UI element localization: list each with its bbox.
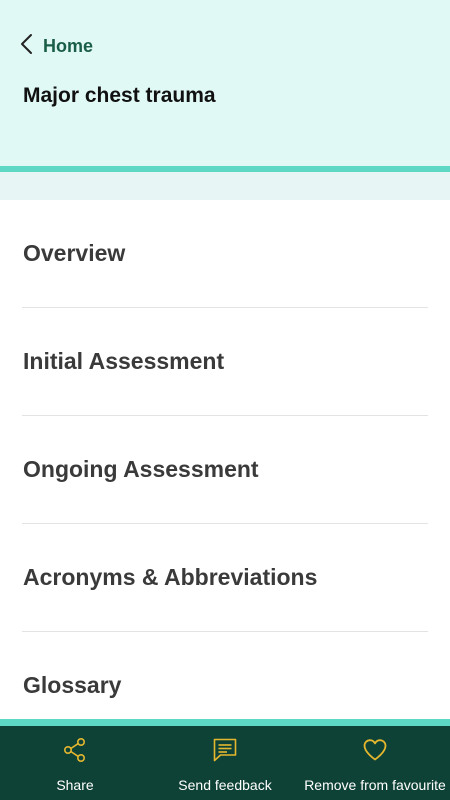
section-item-initial-assessment[interactable]: Initial Assessment bbox=[0, 308, 450, 416]
heart-icon bbox=[362, 737, 388, 768]
share-icon bbox=[62, 737, 88, 768]
section-item-label: Glossary bbox=[23, 672, 122, 698]
section-item-label: Ongoing Assessment bbox=[23, 456, 259, 482]
send-feedback-button[interactable]: Send feedback bbox=[150, 726, 300, 800]
section-item-label: Initial Assessment bbox=[23, 348, 225, 374]
share-label: Share bbox=[56, 777, 94, 793]
section-item-acronyms[interactable]: Acronyms & Abbreviations bbox=[0, 524, 450, 632]
remove-favourite-label: Remove from favourite bbox=[304, 777, 446, 793]
bottom-action-bar: Share Send feedback Remove from favourit… bbox=[0, 726, 450, 800]
section-list: Overview Initial Assessment Ongoing Asse… bbox=[0, 200, 450, 740]
share-button[interactable]: Share bbox=[0, 726, 150, 800]
page-title: Major chest trauma bbox=[23, 84, 216, 107]
chat-bubble-icon bbox=[212, 737, 238, 768]
chevron-left-icon bbox=[20, 33, 34, 60]
header: Home Major chest trauma bbox=[0, 0, 450, 166]
back-button[interactable]: Home bbox=[20, 33, 94, 60]
section-item-label: Acronyms & Abbreviations bbox=[23, 564, 318, 590]
screen: Home Major chest trauma Overview Initial… bbox=[0, 0, 450, 800]
bottom-accent-stripe bbox=[0, 719, 450, 726]
section-item-ongoing-assessment[interactable]: Ongoing Assessment bbox=[0, 416, 450, 524]
send-feedback-label: Send feedback bbox=[178, 777, 272, 793]
section-item-label: Overview bbox=[23, 240, 126, 266]
back-label: Home bbox=[43, 35, 94, 56]
section-item-overview[interactable]: Overview bbox=[0, 200, 450, 308]
header-spacer bbox=[0, 172, 450, 200]
remove-favourite-button[interactable]: Remove from favourite bbox=[300, 726, 450, 800]
